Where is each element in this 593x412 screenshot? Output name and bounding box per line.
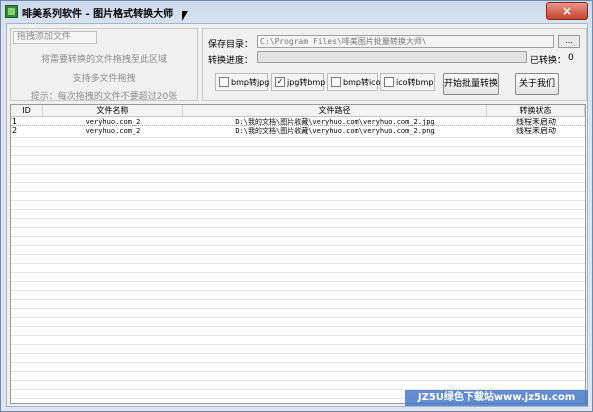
progress-label: 转换进度： (208, 56, 254, 66)
empty-row-line (11, 173, 585, 174)
cell-id: 1 (12, 118, 18, 126)
empty-row-line (11, 317, 585, 318)
drag-panel-title: 拖拽添加文件 (13, 31, 97, 44)
table-row[interactable]: 1 veryhuo.com_2 D:\我的文档\图片收藏\veryhuo.com… (11, 118, 585, 126)
cell-name: veryhuo.com_2 (85, 118, 141, 126)
option-bmp-to-jpg[interactable]: bmp转jpg (215, 73, 270, 91)
checkbox-ico-to-bmp[interactable] (384, 77, 394, 87)
option-label: ico转bmp (396, 78, 434, 87)
empty-row-line (11, 209, 585, 210)
drag-hint-limit: 提示：每次拖拽的文件不要超过20张 (30, 92, 178, 102)
option-label: bmp转jpg (231, 78, 270, 87)
option-ico-to-bmp[interactable]: ico转bmp (380, 73, 435, 91)
file-table[interactable]: ID 文件名称 文件路径 转换状态 1 veryhuo.com_2 D:\我的文… (10, 104, 586, 404)
app-window: 啡美系列软件 - 图片格式转换大师 × 拖拽添加文件 将需要转换的文件拖拽至此区… (0, 0, 593, 412)
empty-row-line (11, 272, 585, 273)
empty-row-line (11, 218, 585, 219)
cell-status: 线程未启动 (516, 127, 556, 135)
start-batch-convert-button[interactable]: 开始批量转换 (443, 73, 499, 95)
about-us-button[interactable]: 关于我们 (515, 73, 559, 95)
column-header-id[interactable]: ID (11, 105, 43, 117)
empty-row-line (11, 335, 585, 336)
empty-row-line (11, 245, 585, 246)
cell-name: veryhuo.com_2 (85, 127, 141, 135)
empty-row-line (11, 146, 585, 147)
empty-row-line (11, 191, 585, 192)
empty-row-line (11, 353, 585, 354)
empty-row-line (11, 344, 585, 345)
client-area: 拖拽添加文件 将需要转换的文件拖拽至此区域 支持多文件拖拽 提示：每次拖拽的文件… (6, 23, 588, 407)
column-header-path[interactable]: 文件路径 (183, 105, 487, 117)
progress-bar (257, 51, 527, 63)
empty-row-line (11, 326, 585, 327)
converted-count: 0 (568, 53, 574, 63)
empty-row-line (11, 371, 585, 372)
table-header: ID 文件名称 文件路径 转换状态 (11, 105, 585, 117)
empty-row-line (11, 164, 585, 165)
window-title: 啡美系列软件 - 图片格式转换大师 (22, 9, 174, 20)
option-label: jpg转bmp (287, 78, 326, 87)
option-jpg-to-bmp[interactable]: ✓ jpg转bmp (271, 73, 326, 91)
empty-row-line (11, 236, 585, 237)
drag-drop-area[interactable]: 拖拽添加文件 将需要转换的文件拖拽至此区域 支持多文件拖拽 提示：每次拖拽的文件… (10, 28, 198, 102)
browse-button[interactable]: ... (558, 35, 580, 48)
close-button[interactable]: × (546, 2, 588, 20)
watermark-logo: JZ5U绿色下载站www.jz5u.com (405, 390, 588, 406)
empty-row-line (11, 137, 585, 138)
empty-row-line (11, 380, 585, 381)
empty-row-line (11, 155, 585, 156)
drag-hint-target: 将需要转换的文件拖拽至此区域 (40, 55, 167, 65)
checkbox-jpg-to-bmp[interactable]: ✓ (275, 77, 285, 87)
empty-row-line (11, 227, 585, 228)
cell-path: D:\我的文档\图片收藏\veryhuo.com\veryhuo.com_2.p… (235, 127, 435, 135)
option-bmp-to-ico[interactable]: bmp转ico (327, 73, 381, 91)
empty-row-line (11, 200, 585, 201)
empty-row-line (11, 299, 585, 300)
column-header-status[interactable]: 转换状态 (487, 105, 585, 117)
cell-id: 2 (12, 127, 18, 135)
save-dir-field[interactable]: C:\Program Files\啡美图片批量转换大师\ (257, 35, 554, 48)
empty-row-line (11, 182, 585, 183)
mouse-cursor-icon (182, 11, 188, 21)
title-bar[interactable]: 啡美系列软件 - 图片格式转换大师 × (1, 1, 592, 23)
checkbox-bmp-to-jpg[interactable] (219, 77, 229, 87)
column-header-name[interactable]: 文件名称 (43, 105, 183, 117)
empty-row-line (11, 362, 585, 363)
empty-row-line (11, 263, 585, 264)
checkbox-bmp-to-ico[interactable] (331, 77, 341, 87)
option-label: bmp转ico (343, 78, 381, 87)
empty-row-line (11, 254, 585, 255)
empty-row-line (11, 281, 585, 282)
cell-path: D:\我的文档\图片收藏\veryhuo.com\veryhuo.com_2.j… (235, 118, 435, 126)
table-row[interactable]: 2 veryhuo.com_2 D:\我的文档\图片收藏\veryhuo.com… (11, 127, 585, 135)
save-dir-label: 保存目录： (208, 40, 254, 50)
app-icon (5, 5, 18, 18)
empty-row-line (11, 308, 585, 309)
cell-status: 线程未启动 (516, 118, 556, 126)
drag-hint-multi: 支持多文件拖拽 (72, 74, 136, 84)
converted-label: 已转换： (530, 56, 567, 66)
empty-row-line (11, 290, 585, 291)
settings-group: 保存目录： C:\Program Files\啡美图片批量转换大师\ ... 转… (202, 28, 587, 101)
